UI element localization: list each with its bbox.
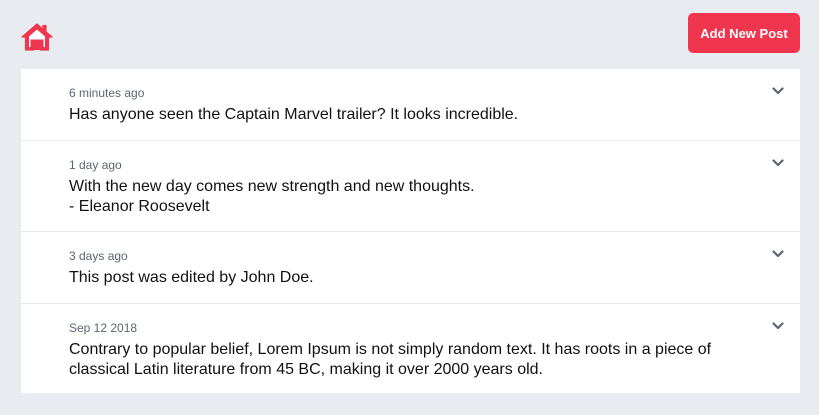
- post-timestamp: 3 days ago: [69, 249, 128, 263]
- post-text: This post was edited by John Doe.: [69, 269, 314, 286]
- post-text: With the new day comes new strength and …: [69, 178, 475, 215]
- post-item: 6 minutes ago Has anyone seen the Captai…: [21, 69, 800, 141]
- chevron-down-icon[interactable]: [772, 159, 784, 167]
- post-text: Contrary to popular belief, Lorem Ipsum …: [69, 341, 712, 378]
- home-icon[interactable]: [21, 22, 53, 52]
- chevron-down-icon[interactable]: [772, 250, 784, 258]
- chevron-down-icon[interactable]: [772, 87, 784, 95]
- post-timestamp: 6 minutes ago: [69, 86, 145, 100]
- post-item: 1 day ago With the new day comes new str…: [21, 141, 800, 232]
- post-list: 6 minutes ago Has anyone seen the Captai…: [21, 69, 800, 393]
- add-new-post-button[interactable]: Add New Post: [688, 13, 800, 53]
- chevron-down-icon[interactable]: [772, 322, 784, 330]
- post-timestamp: 1 day ago: [69, 158, 122, 172]
- post-text: Has anyone seen the Captain Marvel trail…: [69, 106, 519, 123]
- post-timestamp: Sep 12 2018: [69, 321, 138, 335]
- post-item: Sep 12 2018 Contrary to popular belief, …: [21, 304, 800, 393]
- header: Add New Post: [0, 0, 819, 69]
- post-item: 3 days ago This post was edited by John …: [21, 232, 800, 304]
